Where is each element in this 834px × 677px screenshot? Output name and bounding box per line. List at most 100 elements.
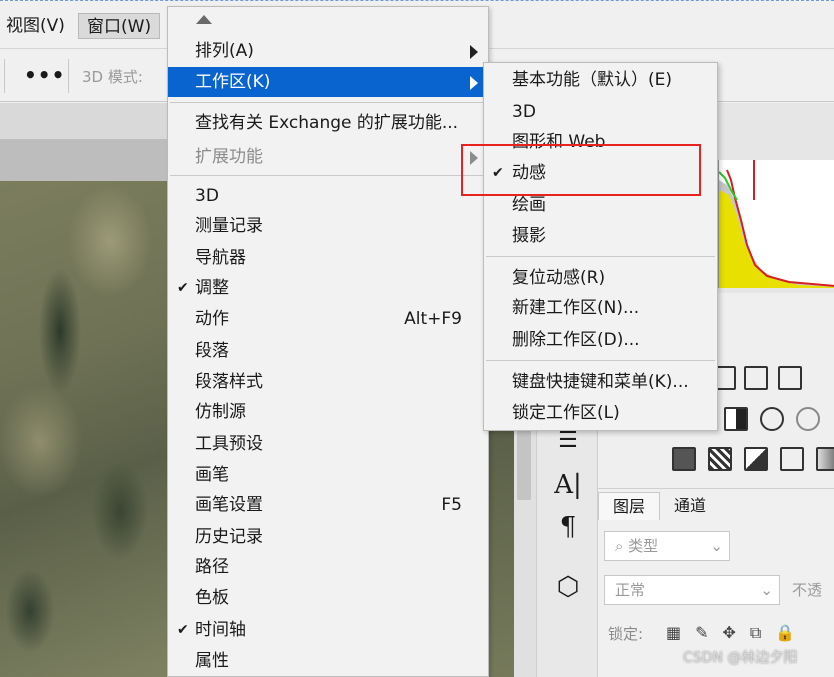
- menu-item-paragraph[interactable]: 段落: [168, 336, 488, 366]
- menu-item-paragraph-styles[interactable]: 段落样式: [168, 367, 488, 397]
- chevron-down-icon: ⌄: [760, 581, 773, 599]
- curves-icon[interactable]: [744, 366, 768, 390]
- menu-item-label: 测量记录: [195, 216, 263, 236]
- menu-item-properties[interactable]: 属性: [168, 646, 488, 676]
- menu-separator: [170, 102, 486, 103]
- submenu-arrow-icon: [470, 45, 478, 59]
- lock-icons[interactable]: ▦✎✥⧉🔒: [666, 623, 809, 643]
- opacity-label: 不透: [792, 581, 823, 599]
- channel-mixer-icon[interactable]: [796, 407, 820, 431]
- menu-item-clone-source[interactable]: 仿制源: [168, 397, 488, 427]
- menu-item-3d[interactable]: 3D: [168, 181, 488, 211]
- menu-item-label: 动作: [195, 309, 229, 329]
- menu-item-label: 画笔: [195, 465, 229, 485]
- threshold-icon[interactable]: [744, 447, 768, 471]
- menu-item-label: 扩展功能: [195, 147, 263, 167]
- menu-item-actions[interactable]: 动作 Alt+F9: [168, 304, 488, 334]
- menu-item-measurement-log[interactable]: 测量记录: [168, 211, 488, 241]
- tab-channels[interactable]: 通道: [664, 492, 716, 520]
- submenu-arrow-icon: [470, 76, 478, 90]
- watermark: CSDN @林边夕阳: [683, 650, 798, 666]
- checkmark-icon: ✔: [177, 622, 189, 638]
- selective-color-icon[interactable]: [816, 447, 834, 471]
- menu-item-find-extensions[interactable]: 查找有关 Exchange 的扩展功能...: [168, 108, 488, 138]
- workspace-keyboard-shortcuts[interactable]: 键盘快捷键和菜单(K)...: [484, 367, 717, 397]
- blend-mode-value: 正常: [615, 581, 646, 599]
- layer-kind-label: 类型: [628, 537, 659, 555]
- blend-mode-select[interactable]: 正常 ⌄: [604, 575, 780, 605]
- menu-separator: [486, 256, 715, 257]
- workspace-photography[interactable]: 摄影: [484, 221, 717, 251]
- workspace-lock[interactable]: 锁定工作区(L): [484, 398, 717, 428]
- menu-window[interactable]: 窗口(W): [78, 13, 161, 39]
- invert-icon[interactable]: [672, 447, 696, 471]
- workspace-essentials[interactable]: 基本功能（默认）(E): [484, 65, 717, 95]
- toolbar-separator: [68, 59, 69, 93]
- menu-item-tool-presets[interactable]: 工具预设: [168, 429, 488, 459]
- layer-kind-filter[interactable]: ⌕ 类型 ⌄: [604, 531, 730, 561]
- menu-item-adjustments[interactable]: ✔ 调整: [168, 273, 488, 303]
- gradient-map-icon[interactable]: [780, 447, 804, 471]
- menu-item-label: 删除工作区(D)...: [512, 330, 640, 350]
- menu-separator: [486, 360, 715, 361]
- 3d-panel-icon[interactable]: ⬡: [537, 572, 599, 602]
- toolbar-separator: [4, 59, 5, 93]
- menu-view[interactable]: 视图(V): [2, 13, 69, 39]
- exposure-icon[interactable]: [778, 366, 802, 390]
- more-options-icon[interactable]: •••: [24, 63, 65, 87]
- 3d-mode-label: 3D 模式:: [82, 68, 143, 86]
- workspace-3d[interactable]: 3D: [484, 97, 717, 127]
- menu-item-workspace[interactable]: 工作区(K): [168, 67, 488, 97]
- menu-item-shortcut: F5: [441, 495, 462, 515]
- workspace-submenu: 基本功能（默认）(E) 3D 图形和 Web ✔ 动感 绘画 摄影 复位动感(R…: [483, 62, 718, 431]
- menu-item-label: 摄影: [512, 226, 546, 246]
- menu-item-label: 3D: [195, 186, 219, 206]
- menu-item-label: 调整: [195, 278, 229, 298]
- workspace-new[interactable]: 新建工作区(N)...: [484, 293, 717, 323]
- menu-item-label: 导航器: [195, 248, 246, 268]
- photo-filter-icon[interactable]: [760, 407, 784, 431]
- menu-item-paths[interactable]: 路径: [168, 552, 488, 582]
- menu-item-swatches[interactable]: 色板: [168, 583, 488, 613]
- posterize-icon[interactable]: [708, 447, 732, 471]
- character-panel-icon[interactable]: A|: [537, 470, 599, 500]
- menu-item-label: 工作区(K): [195, 72, 271, 92]
- menu-item-label: 基本功能（默认）(E): [512, 70, 673, 90]
- menu-item-navigator[interactable]: 导航器: [168, 243, 488, 273]
- menu-item-label: 时间轴: [195, 620, 246, 640]
- workspace-reset[interactable]: 复位动感(R): [484, 263, 717, 293]
- menu-item-extensions: 扩展功能: [168, 142, 488, 172]
- menu-item-label: 复位动感(R): [512, 268, 606, 288]
- menu-separator: [170, 175, 486, 176]
- workspace-delete[interactable]: 删除工作区(D)...: [484, 325, 717, 355]
- paragraph-panel-icon[interactable]: ¶: [537, 512, 599, 542]
- histogram-svg: [719, 160, 834, 288]
- menu-item-timeline[interactable]: ✔ 时间轴: [168, 615, 488, 645]
- menu-item-label: 属性: [195, 651, 229, 671]
- menu-item-label: 查找有关 Exchange 的扩展功能...: [195, 113, 459, 133]
- menu-item-label: 历史记录: [195, 527, 263, 547]
- lock-label: 锁定:: [608, 625, 644, 643]
- chevron-down-icon: ⌄: [710, 537, 723, 555]
- document-tab-bar: [0, 103, 168, 139]
- menu-item-brush-settings[interactable]: 画笔设置 F5: [168, 490, 488, 520]
- menu-item-label: 路径: [195, 557, 229, 577]
- tab-layers[interactable]: 图层: [598, 492, 660, 520]
- menu-item-history[interactable]: 历史记录: [168, 522, 488, 552]
- histogram-graph: [718, 160, 834, 288]
- menu-item-label: 段落样式: [195, 372, 263, 392]
- menu-item-label: 仿制源: [195, 402, 246, 422]
- menu-item-arrange[interactable]: 排列(A): [168, 36, 488, 66]
- scroll-up-arrow-icon[interactable]: [196, 15, 212, 24]
- menu-item-brushes[interactable]: 画笔: [168, 460, 488, 490]
- annotation-highlight-box: [461, 144, 701, 196]
- menu-lines-icon[interactable]: ☰: [537, 428, 599, 453]
- menu-item-label: 色板: [195, 588, 229, 608]
- search-icon: ⌕: [615, 537, 629, 555]
- layers-tab-bar: 图层 通道: [598, 492, 834, 520]
- menu-item-label: 画笔设置: [195, 495, 263, 515]
- menu-item-label: 键盘快捷键和菜单(K)...: [512, 372, 689, 392]
- document-canvas-image[interactable]: [0, 181, 168, 677]
- panel-icon-strip: ☰ A| ¶ ⬡: [536, 400, 598, 677]
- black-white-icon[interactable]: [724, 407, 748, 431]
